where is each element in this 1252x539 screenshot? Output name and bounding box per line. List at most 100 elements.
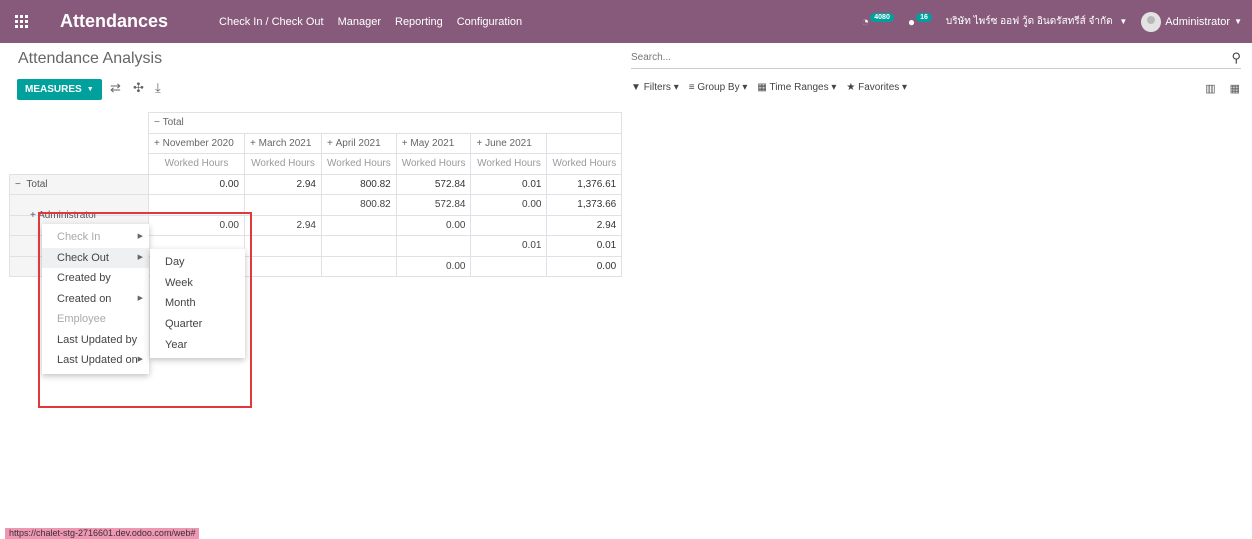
pivot-cell[interactable] bbox=[395, 235, 472, 257]
measure-header[interactable]: Worked Hours bbox=[470, 153, 548, 175]
pivot-cell[interactable]: 0.00 bbox=[395, 255, 472, 277]
company-name: บริษัท ไพร์ซ ออฟ วู้ด อินดรัสทรีส์ จำกัด bbox=[945, 16, 1113, 27]
pivot-cell[interactable] bbox=[321, 214, 397, 236]
filters-dropdown[interactable]: ▼ Filters ▾ bbox=[631, 82, 679, 93]
pivot-cell[interactable]: 2.94 bbox=[546, 214, 623, 236]
pivot-cell[interactable]: 1,376.61 bbox=[546, 173, 623, 195]
caret-down-icon: ▼ bbox=[1119, 17, 1128, 26]
clock-icon: ◔ bbox=[861, 14, 870, 29]
activity-badge: 4080 bbox=[870, 13, 894, 22]
caret-down-icon: ▼ bbox=[86, 86, 94, 93]
systray: ◔ 4080 ● 16 บริษัท ไพร์ซ ออฟ วู้ด อินดรั… bbox=[861, 0, 1252, 43]
pivot-cell[interactable] bbox=[321, 255, 397, 277]
pivot-cell[interactable]: 2.94 bbox=[244, 173, 322, 195]
row-label: Administrator bbox=[38, 210, 97, 221]
interval-week[interactable]: Week bbox=[150, 273, 245, 294]
pivot-cell[interactable] bbox=[244, 194, 322, 216]
pivot-cell[interactable]: 0.01 bbox=[470, 173, 548, 195]
favorites-label: Favorites bbox=[858, 82, 900, 93]
menu-manager[interactable]: Manager bbox=[331, 16, 388, 28]
search-bar: ⚲ bbox=[631, 47, 1241, 69]
menu-reporting[interactable]: Reporting bbox=[388, 16, 450, 28]
pivot-view-icon[interactable]: ▦ bbox=[1230, 82, 1240, 95]
pivot-cell[interactable]: 0.00 bbox=[546, 255, 623, 277]
row-label-administrator: + Administrator bbox=[30, 210, 97, 221]
app-brand[interactable]: Attendances bbox=[60, 11, 168, 32]
groupby-created-by[interactable]: Created by bbox=[42, 268, 149, 289]
pivot-cell[interactable]: 800.82 bbox=[321, 194, 397, 216]
download-icon[interactable]: ⤓ bbox=[155, 80, 161, 96]
col-header-may-2021[interactable]: + May 2021 bbox=[395, 132, 472, 154]
pivot-cell[interactable]: 0.01 bbox=[470, 235, 548, 257]
pivot-cell[interactable] bbox=[244, 255, 322, 277]
expand-all-icon[interactable]: ✣ bbox=[133, 80, 144, 96]
groupby-last-updated-on[interactable]: Last Updated on ▶ bbox=[42, 350, 149, 371]
pivot-cell[interactable] bbox=[470, 214, 548, 236]
pivot-cell[interactable]: 0.00 bbox=[395, 214, 472, 236]
measure-header[interactable]: Worked Hours bbox=[148, 153, 245, 175]
caret-right-icon: ▶ bbox=[137, 356, 143, 363]
favorites-dropdown[interactable]: ★ Favorites ▾ bbox=[846, 82, 907, 93]
pivot-cell[interactable] bbox=[470, 255, 548, 277]
user-menu[interactable]: Administrator ▼ bbox=[1141, 11, 1242, 32]
menu-item-label: Created by bbox=[57, 272, 111, 284]
measures-button[interactable]: MEASURES ▼ bbox=[17, 79, 102, 100]
menu-item-label: Last Updated on bbox=[57, 354, 138, 366]
col-label: May 2021 bbox=[410, 137, 455, 149]
groupby-employee[interactable]: Employee bbox=[42, 309, 149, 330]
interval-day[interactable]: Day bbox=[150, 252, 245, 273]
pivot-cell[interactable]: 572.84 bbox=[395, 194, 472, 216]
interval-month[interactable]: Month bbox=[150, 293, 245, 314]
col-label: November 2020 bbox=[162, 137, 234, 149]
activity-systray[interactable]: ◔ 4080 bbox=[861, 13, 894, 29]
caret-down-icon: ▼ bbox=[1234, 17, 1242, 26]
flip-axis-icon[interactable]: ⇄ bbox=[110, 80, 121, 96]
row-label: Total bbox=[26, 178, 48, 190]
col-header-total[interactable]: − Total bbox=[147, 112, 623, 134]
groupby-created-on[interactable]: Created on ▶ bbox=[42, 289, 149, 310]
pivot-cell[interactable] bbox=[244, 235, 322, 257]
menu-check-in-out[interactable]: Check In / Check Out bbox=[212, 16, 331, 28]
menu-item-label: Check Out bbox=[57, 251, 109, 264]
measure-header[interactable]: Worked Hours bbox=[244, 153, 322, 175]
timeranges-dropdown[interactable]: ▦ Time Ranges ▾ bbox=[757, 82, 836, 93]
col-header-mar-2021[interactable]: + March 2021 bbox=[244, 132, 322, 154]
messaging-systray[interactable]: ● 16 bbox=[908, 13, 932, 29]
groupby-check-in[interactable]: Check In ▶ bbox=[42, 227, 149, 248]
col-label: April 2021 bbox=[335, 137, 381, 149]
pivot-cell[interactable]: 0.00 bbox=[470, 194, 548, 216]
pivot-cell[interactable]: 572.84 bbox=[395, 173, 472, 195]
groupby-last-updated-by[interactable]: Last Updated by bbox=[42, 330, 149, 351]
user-name: Administrator bbox=[1165, 15, 1231, 28]
search-input[interactable] bbox=[631, 52, 1191, 63]
col-header-jun-2021[interactable]: + June 2021 bbox=[470, 132, 548, 154]
interval-quarter[interactable]: Quarter bbox=[150, 314, 245, 335]
groupby-dropdown[interactable]: ≡ Group By ▾ bbox=[689, 82, 748, 93]
groupby-check-out[interactable]: Check Out ▶ bbox=[42, 247, 149, 268]
row-header-total[interactable]: − Total bbox=[9, 173, 149, 195]
interval-year[interactable]: Year bbox=[150, 335, 245, 356]
measure-header[interactable]: Worked Hours bbox=[546, 153, 623, 175]
groupby-label: Group By bbox=[697, 82, 740, 93]
company-switcher[interactable]: บริษัท ไพร์ซ ออฟ วู้ด อินดรัสทรีส์ จำกัด… bbox=[946, 14, 1127, 29]
col-header-nov-2020[interactable]: + November 2020 bbox=[148, 132, 245, 154]
pivot-cell[interactable]: 2.94 bbox=[244, 214, 322, 236]
graph-view-icon[interactable]: ▥ bbox=[1205, 82, 1215, 95]
caret-right-icon: ▶ bbox=[137, 253, 143, 261]
pivot-cell[interactable]: 1,373.66 bbox=[546, 194, 623, 216]
status-bar-url: https://chalet-stg-2716601.dev.odoo.com/… bbox=[5, 528, 200, 539]
pivot-cell[interactable]: 0.00 bbox=[148, 214, 245, 236]
col-header-apr-2021[interactable]: + April 2021 bbox=[321, 132, 397, 154]
caret-right-icon: ▶ bbox=[137, 294, 143, 302]
pivot-cell[interactable]: 800.82 bbox=[321, 173, 397, 195]
search-icon[interactable]: ⚲ bbox=[1231, 50, 1241, 66]
measure-header[interactable]: Worked Hours bbox=[395, 153, 472, 175]
menu-configuration[interactable]: Configuration bbox=[450, 16, 529, 28]
page-title: Attendance Analysis bbox=[18, 50, 163, 67]
pivot-cell[interactable]: 0.00 bbox=[148, 173, 245, 195]
measure-header[interactable]: Worked Hours bbox=[321, 153, 397, 175]
apps-menu-icon[interactable] bbox=[0, 0, 42, 43]
pivot-cell[interactable] bbox=[321, 235, 397, 257]
pivot-cell[interactable]: 0.01 bbox=[546, 235, 623, 257]
pivot-cell[interactable] bbox=[148, 194, 245, 216]
